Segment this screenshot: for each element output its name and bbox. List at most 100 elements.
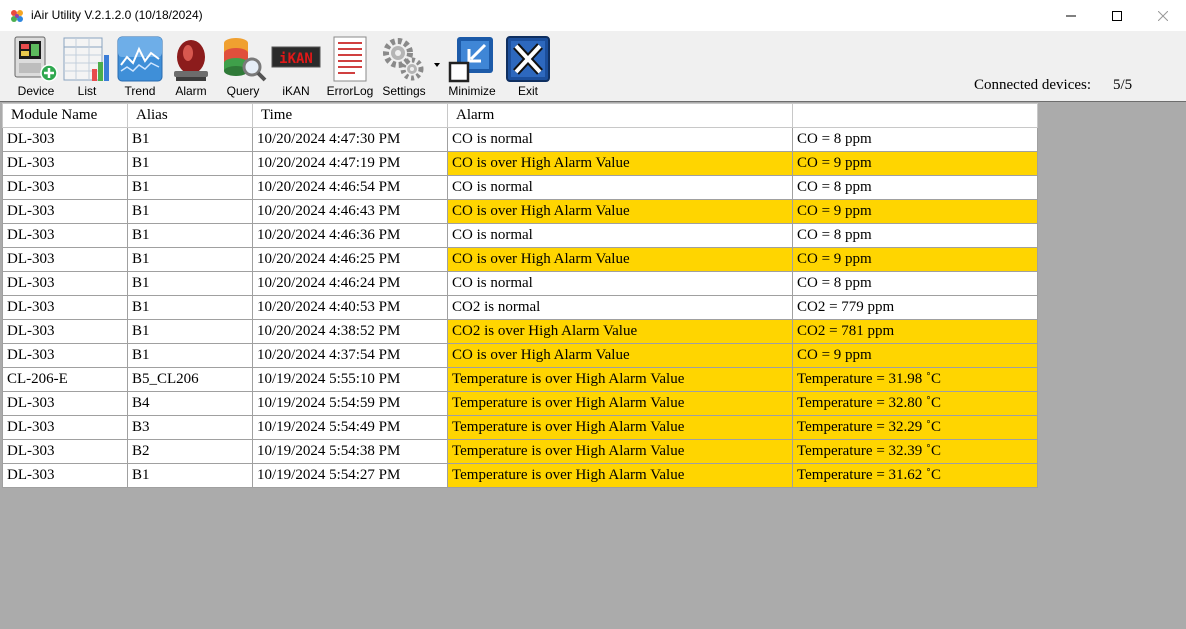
cell-module-name: DL-303: [2, 175, 128, 200]
table-row[interactable]: DL-303 B1 10/20/2024 4:47:19 PM CO is over …: [2, 151, 1038, 176]
table-header-row: Module Name Alias Time Alarm: [2, 103, 1038, 128]
table-row[interactable]: DL-303 B1 10/20/2024 4:47:30 PM CO is norma…: [2, 127, 1038, 152]
table-row[interactable]: DL-303 B1 10/20/2024 4:46:36 PM CO is norma…: [2, 223, 1038, 248]
cell-value: Temperature = 31.62 ˚C: [792, 463, 1038, 488]
cell-alarm: CO2 is normal: [447, 295, 793, 320]
column-header-value[interactable]: [792, 103, 1038, 128]
column-header-module-name[interactable]: Module Name: [2, 103, 128, 128]
alarm-table: Module Name Alias Time Alarm DL-303 B1 10/…: [2, 103, 1038, 488]
column-header-alarm[interactable]: Alarm: [447, 103, 793, 128]
cell-alias: B5_CL206: [127, 367, 253, 392]
table-row[interactable]: DL-303 B1 10/20/2024 4:46:43 PM CO is over …: [2, 199, 1038, 224]
minimize-window-button[interactable]: [1048, 0, 1094, 31]
cell-module-name: DL-303: [2, 463, 128, 488]
alarm-button[interactable]: Alarm: [166, 33, 216, 99]
cell-value: CO = 8 ppm: [792, 223, 1038, 248]
cell-module-name: DL-303: [2, 415, 128, 440]
minimize-icon: [1066, 15, 1076, 16]
table-row[interactable]: DL-303 B4 10/19/2024 5:54:59 PM Temperature…: [2, 391, 1038, 416]
cell-value: CO = 9 ppm: [792, 343, 1038, 368]
cell-value: Temperature = 32.29 ˚C: [792, 415, 1038, 440]
cell-time: 10/19/2024 5:54:49 PM: [252, 415, 448, 440]
alarm-grid-area: Module Name Alias Time Alarm DL-303 B1 10/…: [0, 101, 1186, 629]
cell-alarm: Temperature is over High Alarm Value: [447, 439, 793, 464]
cell-module-name: DL-303: [2, 439, 128, 464]
table-row[interactable]: DL-303 B1 10/20/2024 4:46:25 PM CO is over …: [2, 247, 1038, 272]
window-title: iAir Utility V.2.1.2.0 (10/18/2024): [31, 8, 203, 22]
cell-time: 10/20/2024 4:46:43 PM: [252, 199, 448, 224]
cell-alias: B1: [127, 199, 253, 224]
query-button[interactable]: Query: [218, 33, 268, 99]
cell-module-name: DL-303: [2, 295, 128, 320]
database-query-icon: [224, 38, 267, 82]
column-header-alias[interactable]: Alias: [127, 103, 253, 128]
cell-value: Temperature = 31.98 ˚C: [792, 367, 1038, 392]
ikan-button[interactable]: iKAN iKAN: [270, 33, 322, 99]
cell-time: 10/20/2024 4:46:24 PM: [252, 271, 448, 296]
cell-time: 10/19/2024 5:54:38 PM: [252, 439, 448, 464]
cell-time: 10/19/2024 5:54:59 PM: [252, 391, 448, 416]
table-row[interactable]: DL-303 B3 10/19/2024 5:54:49 PM Temperature…: [2, 415, 1038, 440]
table-row[interactable]: DL-303 B1 10/20/2024 4:38:52 PM CO2 is over…: [2, 319, 1038, 344]
device-label: Device: [17, 84, 55, 98]
maximize-icon: [1112, 10, 1122, 21]
minimize-button[interactable]: Minimize: [446, 33, 498, 99]
table-row[interactable]: CL-206-E B5_CL206 10/19/2024 5:55:10 PM Tem…: [2, 367, 1038, 392]
list-chart-icon: [63, 37, 109, 81]
query-label: Query: [226, 84, 260, 98]
table-body: DL-303 B1 10/20/2024 4:47:30 PM CO is norma…: [2, 127, 1038, 488]
table-row[interactable]: DL-303 B1 10/20/2024 4:40:53 PM CO2 is norm…: [2, 295, 1038, 320]
cell-module-name: DL-303: [2, 223, 128, 248]
cell-alias: B1: [127, 175, 253, 200]
table-row[interactable]: DL-303 B1 10/19/2024 5:54:27 PM Temperature…: [2, 463, 1038, 488]
cell-value: Temperature = 32.80 ˚C: [792, 391, 1038, 416]
cell-time: 10/19/2024 5:54:27 PM: [252, 463, 448, 488]
close-icon: [1158, 10, 1168, 21]
svg-text:iKAN: iKAN: [279, 51, 313, 67]
errorlog-label: ErrorLog: [326, 84, 374, 98]
cell-alias: B3: [127, 415, 253, 440]
cell-alias: B1: [127, 343, 253, 368]
cell-alias: B1: [127, 127, 253, 152]
cell-module-name: DL-303: [2, 247, 128, 272]
connected-devices-label: Connected devices:: [974, 77, 1092, 93]
cell-alarm: CO is over High Alarm Value: [447, 199, 793, 224]
column-header-time[interactable]: Time: [252, 103, 448, 128]
exit-button[interactable]: Exit: [502, 33, 554, 99]
cell-alarm: CO is over High Alarm Value: [447, 247, 793, 272]
list-button[interactable]: List: [62, 33, 112, 99]
table-row[interactable]: DL-303 B1 10/20/2024 4:37:54 PM CO is over …: [2, 343, 1038, 368]
cell-module-name: DL-303: [2, 151, 128, 176]
cell-alarm: Temperature is over High Alarm Value: [447, 463, 793, 488]
close-window-button[interactable]: [1140, 0, 1186, 31]
cell-time: 10/20/2024 4:40:53 PM: [252, 295, 448, 320]
cell-alarm: CO is over High Alarm Value: [447, 343, 793, 368]
cell-alias: B1: [127, 247, 253, 272]
maximize-window-button[interactable]: [1094, 0, 1140, 31]
cell-alarm: Temperature is over High Alarm Value: [447, 415, 793, 440]
error-log-icon: [333, 36, 367, 82]
cell-time: 10/20/2024 4:47:19 PM: [252, 151, 448, 176]
cell-alarm: CO is over High Alarm Value: [447, 151, 793, 176]
table-row[interactable]: DL-303 B1 10/20/2024 4:46:54 PM CO is norma…: [2, 175, 1038, 200]
device-button[interactable]: Device: [8, 33, 64, 99]
alarm-siren-icon: [174, 40, 208, 81]
cell-time: 10/20/2024 4:38:52 PM: [252, 319, 448, 344]
connected-devices-count: 5/5: [1113, 77, 1133, 93]
cell-alarm: Temperature is over High Alarm Value: [447, 391, 793, 416]
errorlog-button[interactable]: ErrorLog: [324, 33, 376, 99]
app-flower-icon: [11, 10, 23, 22]
cell-alias: B1: [127, 463, 253, 488]
settings-button[interactable]: Settings: [378, 33, 430, 99]
table-row[interactable]: DL-303 B1 10/20/2024 4:46:24 PM CO is norma…: [2, 271, 1038, 296]
trend-button[interactable]: Trend: [114, 33, 166, 99]
cell-value: CO2 = 781 ppm: [792, 319, 1038, 344]
settings-dropdown-arrow-icon[interactable]: [434, 63, 440, 67]
table-row[interactable]: DL-303 B2 10/19/2024 5:54:38 PM Temperature…: [2, 439, 1038, 464]
cell-alarm: CO is normal: [447, 223, 793, 248]
ikan-label: iKAN: [282, 84, 310, 98]
gears-icon: [383, 38, 424, 81]
cell-alarm: CO is normal: [447, 271, 793, 296]
cell-time: 10/20/2024 4:37:54 PM: [252, 343, 448, 368]
cell-alias: B1: [127, 223, 253, 248]
